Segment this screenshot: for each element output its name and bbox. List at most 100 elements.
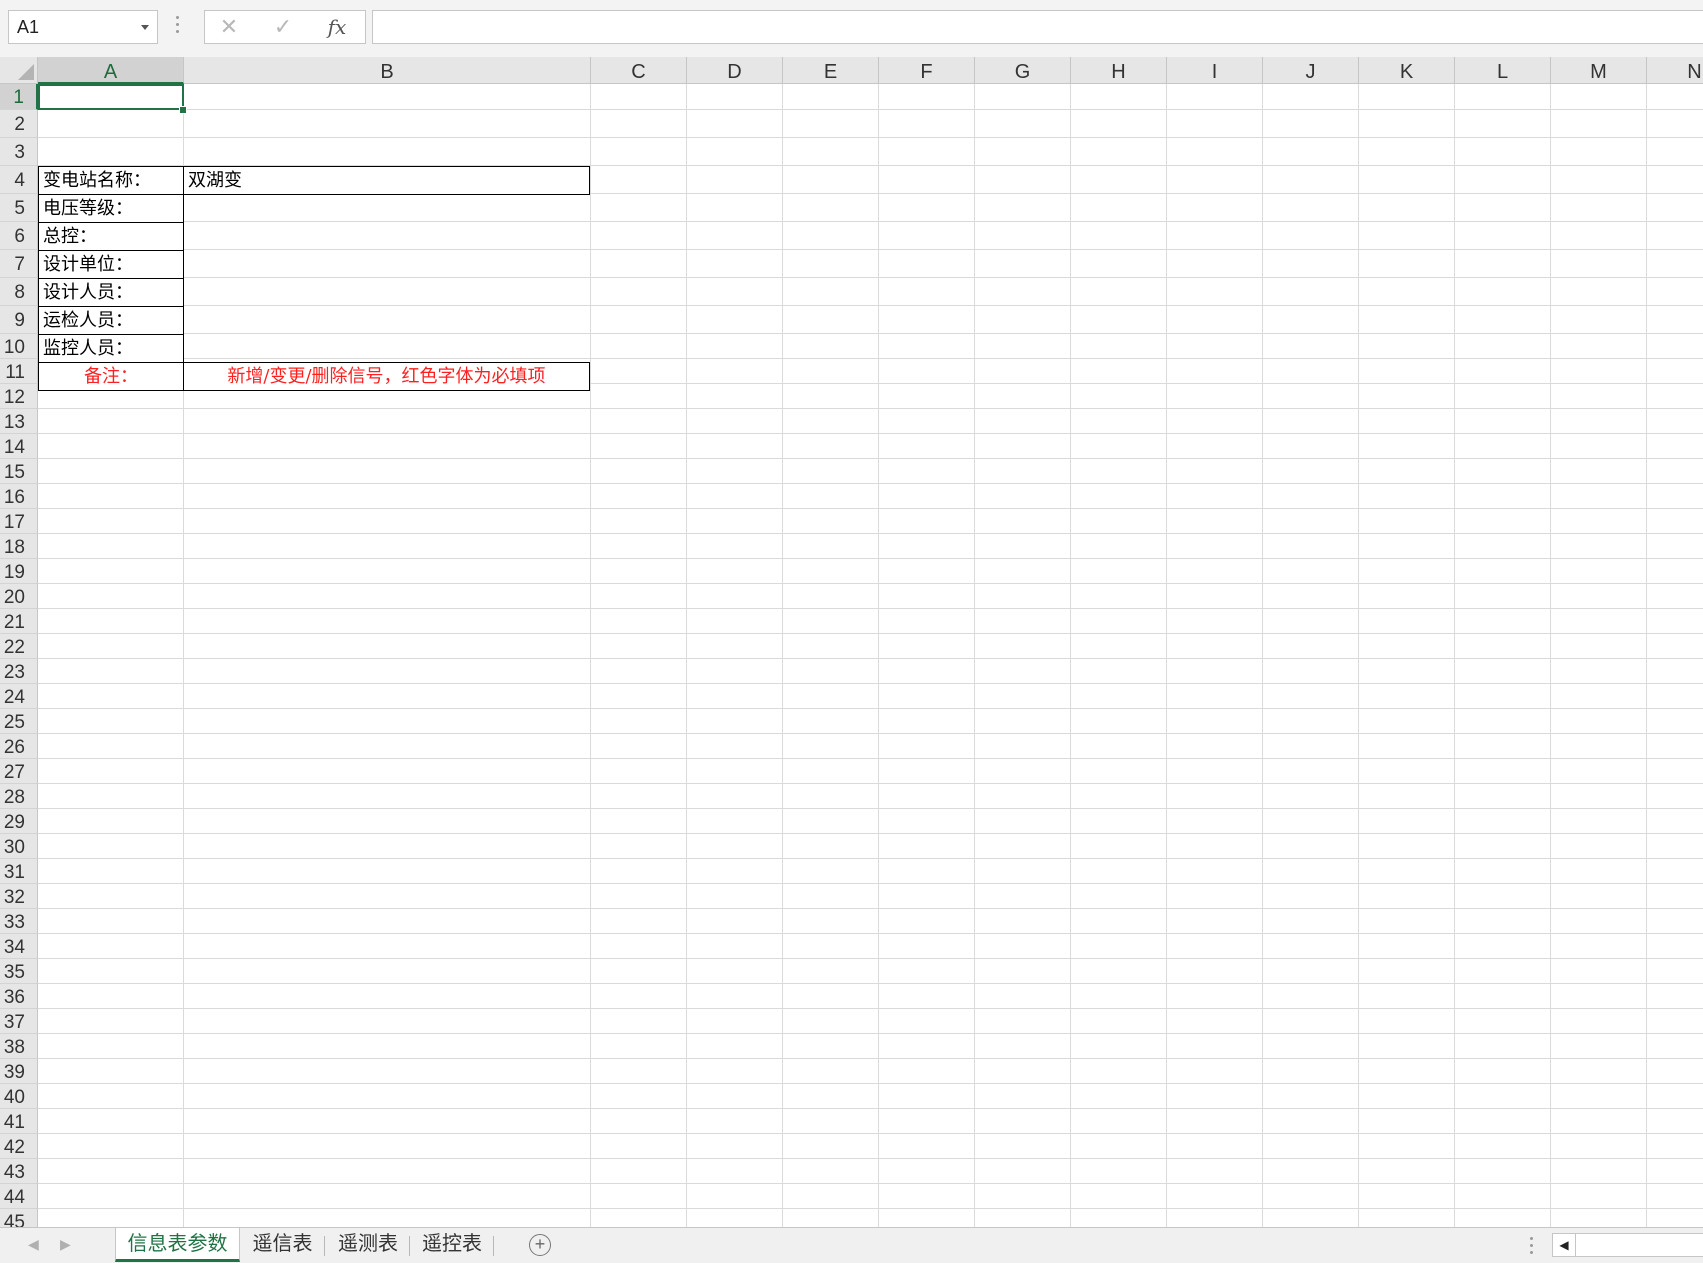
- fill-handle[interactable]: [179, 106, 187, 114]
- tab-sheet-telemetry[interactable]: 遥测表: [328, 1228, 408, 1262]
- row-header-20[interactable]: 20: [0, 584, 38, 609]
- column-header-I[interactable]: I: [1167, 57, 1263, 84]
- row-header-4[interactable]: 4: [0, 166, 38, 194]
- row-header-27[interactable]: 27: [0, 759, 38, 784]
- column-gridline: [1070, 84, 1071, 1227]
- row-header-39[interactable]: 39: [0, 1059, 38, 1084]
- row-gridline: [38, 633, 1703, 634]
- cell-A8[interactable]: 监控人员：: [38, 334, 184, 363]
- row-header-7[interactable]: 7: [0, 250, 38, 278]
- column-header-E[interactable]: E: [783, 57, 879, 84]
- cell-A4[interactable]: 总控：: [38, 222, 184, 251]
- column-header-G[interactable]: G: [975, 57, 1071, 84]
- row-header-9[interactable]: 9: [0, 306, 38, 334]
- split-handle-icon[interactable]: [1530, 1237, 1534, 1258]
- cell-A2[interactable]: 变电站名称：: [38, 166, 184, 195]
- row-header-3[interactable]: 3: [0, 138, 38, 166]
- name-box[interactable]: A1: [8, 10, 158, 44]
- row-header-16[interactable]: 16: [0, 484, 38, 509]
- more-options-icon[interactable]: [176, 16, 180, 38]
- row-header-14[interactable]: 14: [0, 434, 38, 459]
- row-header-10[interactable]: 10: [0, 334, 38, 359]
- scroll-left-icon[interactable]: ◀: [1553, 1234, 1576, 1256]
- row-header-23[interactable]: 23: [0, 659, 38, 684]
- column-header-F[interactable]: F: [879, 57, 975, 84]
- cell-A7[interactable]: 运检人员：: [38, 306, 184, 335]
- row-header-11[interactable]: 11: [0, 359, 38, 384]
- scroll-tabs-right-icon[interactable]: ▶: [60, 1236, 71, 1253]
- row-header-5[interactable]: 5: [0, 194, 38, 222]
- enter-icon[interactable]: ✓: [263, 11, 303, 43]
- row-header-6[interactable]: 6: [0, 222, 38, 250]
- row-header-28[interactable]: 28: [0, 784, 38, 809]
- row-gridline: [38, 1058, 1703, 1059]
- cell-B3[interactable]: [183, 194, 590, 223]
- cell-A3[interactable]: 电压等级：: [38, 194, 184, 223]
- column-header-A[interactable]: A: [38, 57, 184, 84]
- cell-B5[interactable]: [183, 250, 590, 279]
- row-header-2[interactable]: 2: [0, 110, 38, 138]
- row-header-45[interactable]: 45: [0, 1209, 38, 1227]
- column-header-D[interactable]: D: [687, 57, 783, 84]
- row-header-25[interactable]: 25: [0, 709, 38, 734]
- column-header-L[interactable]: L: [1455, 57, 1551, 84]
- cell-B4[interactable]: [183, 222, 590, 251]
- row-header-13[interactable]: 13: [0, 409, 38, 434]
- column-header-H[interactable]: H: [1071, 57, 1167, 84]
- cell-B6[interactable]: [183, 278, 590, 307]
- row-header-22[interactable]: 22: [0, 634, 38, 659]
- row-header-35[interactable]: 35: [0, 959, 38, 984]
- row-header-12[interactable]: 12: [0, 384, 38, 409]
- row-header-29[interactable]: 29: [0, 809, 38, 834]
- tab-sheet-telecontrol[interactable]: 遥控表: [413, 1228, 491, 1262]
- worksheet-grid[interactable]: A B C D E F G H I J K L M N 1 2 3 4 5 6 7 8 9 10 11 12 13 14 15 16 17 1…: [0, 57, 1703, 1227]
- horizontal-scrollbar[interactable]: ◀: [1552, 1233, 1703, 1257]
- cell-A5[interactable]: 设计单位：: [38, 250, 184, 279]
- column-header-N[interactable]: N: [1647, 57, 1703, 84]
- row-header-36[interactable]: 36: [0, 984, 38, 1009]
- function-icon[interactable]: fx: [317, 11, 357, 43]
- row-header-15[interactable]: 15: [0, 459, 38, 484]
- row-header-40[interactable]: 40: [0, 1084, 38, 1109]
- row-header-42[interactable]: 42: [0, 1134, 38, 1159]
- formula-input[interactable]: [372, 10, 1703, 44]
- row-header-32[interactable]: 32: [0, 884, 38, 909]
- row-header-19[interactable]: 19: [0, 559, 38, 584]
- column-header-M[interactable]: M: [1551, 57, 1647, 84]
- row-header-33[interactable]: 33: [0, 909, 38, 934]
- column-header-K[interactable]: K: [1359, 57, 1455, 84]
- row-header-38[interactable]: 38: [0, 1034, 38, 1059]
- tab-sheet-telesignal[interactable]: 遥信表: [245, 1228, 320, 1262]
- dropdown-arrow-icon[interactable]: [141, 25, 149, 30]
- row-header-24[interactable]: 24: [0, 684, 38, 709]
- row-header-8[interactable]: 8: [0, 278, 38, 306]
- cell-B2[interactable]: 双湖变: [183, 166, 590, 195]
- row-header-31[interactable]: 31: [0, 859, 38, 884]
- scroll-tabs-left-icon[interactable]: ◀: [28, 1236, 39, 1253]
- cancel-icon[interactable]: ✕: [209, 11, 249, 43]
- tab-sheet-info-params[interactable]: 信息表参数: [115, 1228, 240, 1262]
- cell-A6[interactable]: 设计人员：: [38, 278, 184, 307]
- column-header-C[interactable]: C: [591, 57, 687, 84]
- column-header-B[interactable]: B: [184, 57, 591, 84]
- cell-B7[interactable]: [183, 306, 590, 335]
- row-header-21[interactable]: 21: [0, 609, 38, 634]
- cell-A9-note-label[interactable]: 备注：: [38, 362, 184, 391]
- row-header-30[interactable]: 30: [0, 834, 38, 859]
- row-header-43[interactable]: 43: [0, 1159, 38, 1184]
- row-header-44[interactable]: 44: [0, 1184, 38, 1209]
- select-all-corner[interactable]: [0, 57, 38, 84]
- row-header-34[interactable]: 34: [0, 934, 38, 959]
- tab-separator: [493, 1236, 494, 1256]
- cell-B8[interactable]: [183, 334, 590, 363]
- row-header-17[interactable]: 17: [0, 509, 38, 534]
- row-header-26[interactable]: 26: [0, 734, 38, 759]
- row-header-1[interactable]: 1: [0, 84, 38, 110]
- row-gridline: [38, 1083, 1703, 1084]
- column-header-J[interactable]: J: [1263, 57, 1359, 84]
- row-header-41[interactable]: 41: [0, 1109, 38, 1134]
- cell-B9-note[interactable]: 新增/变更/删除信号，红色字体为必填项: [183, 362, 590, 391]
- add-sheet-icon[interactable]: +: [529, 1234, 551, 1256]
- row-header-18[interactable]: 18: [0, 534, 38, 559]
- row-header-37[interactable]: 37: [0, 1009, 38, 1034]
